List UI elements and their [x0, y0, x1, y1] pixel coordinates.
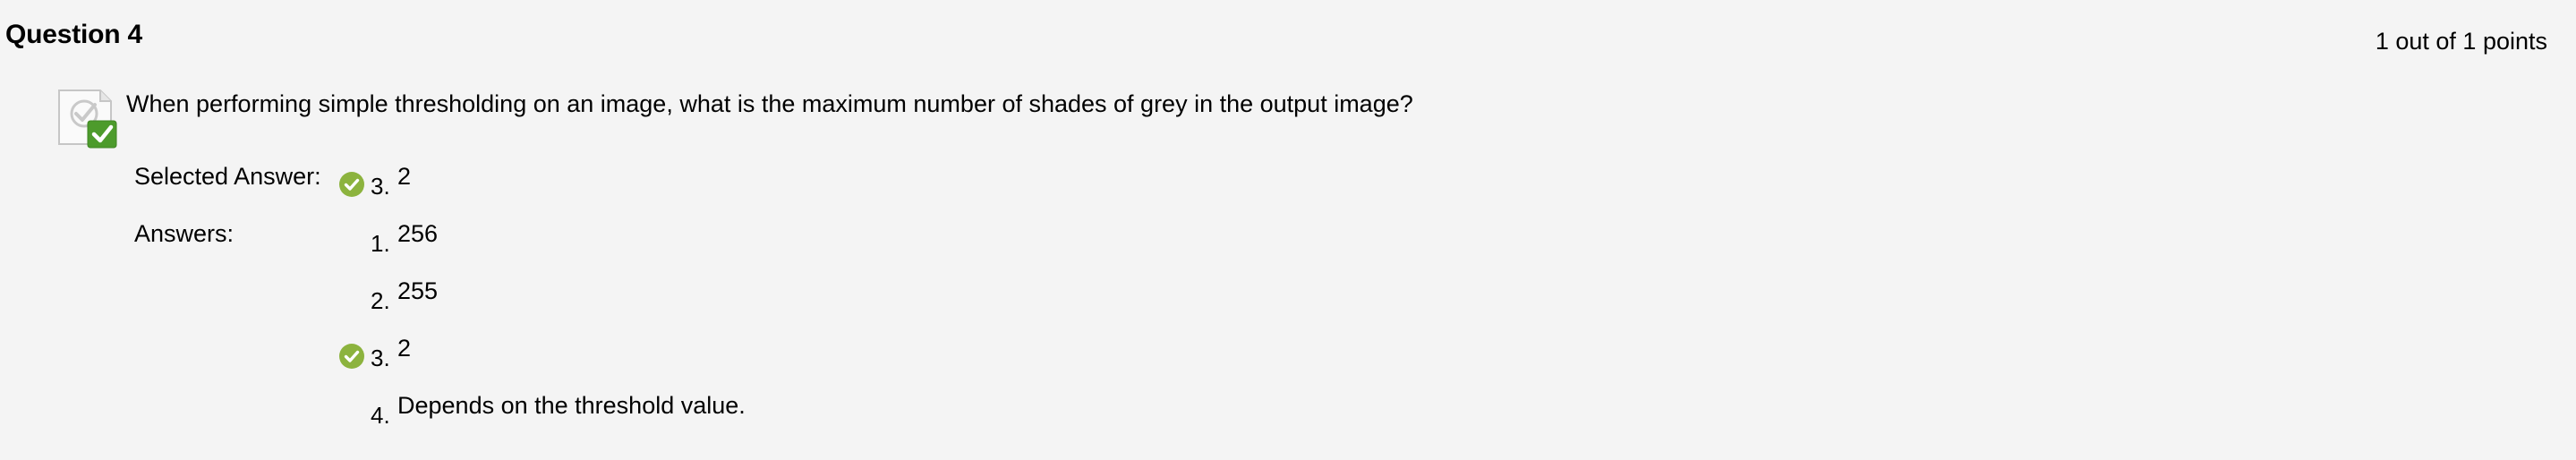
question-title: Question 4 — [5, 20, 143, 49]
answer-option-4: 4. Depends on the threshold value. — [335, 392, 1140, 429]
answer-number: 3. — [371, 345, 390, 371]
answer-text: 2 — [397, 335, 412, 362]
selected-answer-number: 3. — [371, 173, 390, 200]
answers-label: Answers: — [134, 220, 235, 247]
answer-option-3: 3. 2 — [335, 335, 1140, 371]
selected-answer-label: Selected Answer: — [134, 163, 321, 190]
points-label: 1 out of 1 points — [2375, 28, 2547, 55]
answer-option-2: 2. 255 — [335, 277, 1140, 314]
answer-option-1: 1. 256 — [335, 220, 1140, 257]
selected-answer-text: 2 — [397, 163, 412, 190]
answer-number: 4. — [371, 402, 390, 429]
answer-text: 255 — [397, 277, 439, 304]
selected-answer: 3. 2 — [335, 163, 1140, 200]
correct-check-icon — [339, 344, 364, 369]
question-text: When performing simple thresholding on a… — [126, 90, 1413, 117]
answer-number: 2. — [371, 287, 390, 314]
correct-question-icon — [58, 89, 117, 149]
answer-text: 256 — [397, 220, 439, 247]
answer-number: 1. — [371, 230, 390, 257]
answer-text: Depends on the threshold value. — [397, 392, 746, 419]
correct-check-icon — [339, 172, 364, 197]
